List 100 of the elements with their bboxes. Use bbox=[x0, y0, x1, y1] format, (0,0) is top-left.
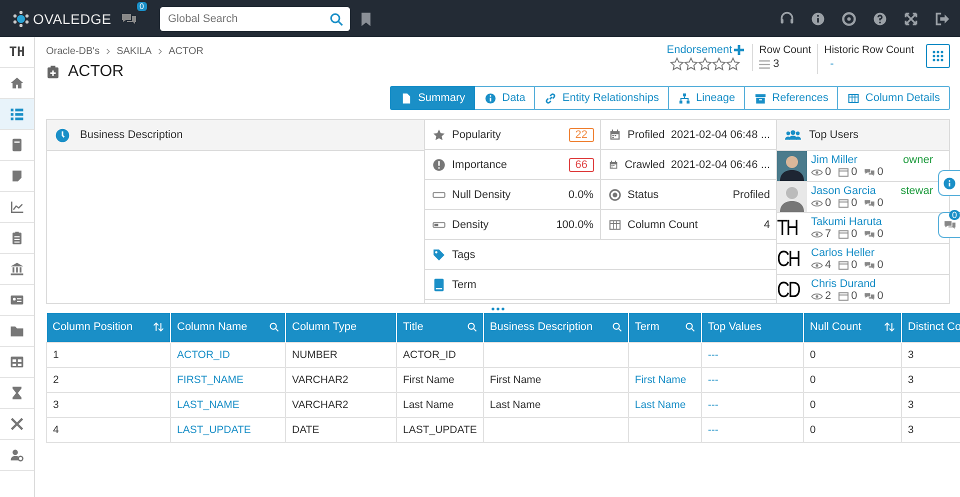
historic-row-count-label: Historic Row Count bbox=[824, 44, 914, 56]
sidebar-item[interactable] bbox=[0, 99, 34, 130]
user-avatar bbox=[777, 151, 807, 181]
column-header[interactable]: Column Type bbox=[286, 313, 396, 342]
column-header[interactable]: Term bbox=[628, 313, 702, 342]
headset-icon[interactable] bbox=[779, 10, 795, 26]
query-icon bbox=[838, 230, 850, 238]
chat-button[interactable]: 0 bbox=[938, 212, 960, 238]
tab[interactable]: Data bbox=[475, 86, 536, 110]
stat-label: Importance bbox=[452, 158, 508, 170]
user-initials: TH bbox=[777, 215, 798, 241]
search-icon[interactable] bbox=[329, 12, 344, 26]
star-icon bbox=[432, 128, 446, 142]
help-icon[interactable] bbox=[872, 10, 888, 26]
table-cell: Last Name bbox=[403, 398, 454, 410]
table-link[interactable]: --- bbox=[708, 398, 718, 410]
tab[interactable]: Summary bbox=[390, 86, 476, 110]
notification-badge: 0 bbox=[136, 2, 147, 10]
user-name[interactable]: Takumi Haruta bbox=[811, 216, 882, 228]
tab[interactable]: References bbox=[745, 86, 838, 110]
exclamation-icon bbox=[432, 158, 446, 172]
user-initials: CD bbox=[777, 277, 801, 303]
breadcrumb-link[interactable]: Oracle-DB's bbox=[46, 46, 100, 57]
user-name[interactable]: Jason Garcia bbox=[811, 185, 876, 197]
detail-label: Crawled bbox=[624, 158, 665, 170]
calendar-icon bbox=[608, 128, 622, 142]
chevron-icon bbox=[106, 48, 111, 55]
detail-value: Profiled bbox=[732, 188, 770, 200]
score-badge: 66 bbox=[569, 158, 594, 172]
breadcrumb-link[interactable]: SAKILA bbox=[116, 46, 152, 57]
detail-value: 2021-02-04 06:48 ... bbox=[670, 128, 770, 140]
bank-icon bbox=[9, 261, 25, 277]
columns-icon bbox=[608, 218, 622, 232]
columns-icon bbox=[847, 92, 860, 104]
tab[interactable]: Lineage bbox=[668, 86, 746, 110]
archive-icon bbox=[754, 92, 768, 104]
tab[interactable]: Column Details bbox=[838, 86, 950, 110]
view-count: 0 bbox=[825, 197, 832, 209]
plus-icon bbox=[734, 45, 744, 55]
clipboard-icon bbox=[46, 64, 60, 80]
row-count-label: Row Count bbox=[759, 44, 812, 56]
table-cell: LAST_UPDATE bbox=[403, 424, 477, 436]
comments-icon bbox=[864, 198, 876, 208]
comments-icon bbox=[864, 230, 876, 238]
expand-icon[interactable] bbox=[903, 10, 919, 26]
stat-label: Null Density bbox=[452, 188, 511, 200]
search-icon[interactable] bbox=[466, 322, 477, 332]
search-icon[interactable] bbox=[684, 322, 695, 332]
home-icon bbox=[9, 75, 25, 91]
column-header[interactable]: Top Values bbox=[701, 313, 804, 342]
historic-row-count-value[interactable]: - bbox=[830, 58, 914, 70]
table-cell: VARCHAR2 bbox=[292, 374, 348, 386]
column-header[interactable]: Column Position bbox=[46, 313, 170, 342]
comment-count: 0 bbox=[877, 197, 884, 209]
breadcrumb-link[interactable]: ACTOR bbox=[168, 46, 204, 57]
tab[interactable]: Entity Relationships bbox=[535, 86, 669, 110]
table-cell: 3 bbox=[908, 348, 914, 360]
eye-icon bbox=[811, 198, 823, 208]
sort-icon[interactable] bbox=[884, 322, 895, 332]
table-icon bbox=[9, 354, 25, 370]
rows-icon bbox=[759, 60, 770, 68]
eye-icon bbox=[811, 230, 823, 238]
table-cell: 0 bbox=[810, 348, 816, 360]
logout-icon[interactable] bbox=[934, 10, 950, 26]
search-field[interactable]: Global Search bbox=[160, 6, 350, 30]
comments-icon bbox=[864, 292, 876, 300]
info-icon[interactable] bbox=[810, 10, 826, 26]
comment-count: 0 bbox=[877, 228, 884, 240]
users-icon bbox=[785, 129, 801, 141]
user-name[interactable]: Chris Durand bbox=[811, 278, 876, 290]
table-cell: 3 bbox=[53, 398, 59, 410]
user-initials[interactable]: TH bbox=[9, 44, 25, 60]
section-title: Business Description bbox=[80, 129, 183, 141]
endorsement-button[interactable]: Endorsement bbox=[666, 44, 744, 56]
comment-count: 0 bbox=[877, 290, 884, 302]
section-title: Top Users bbox=[809, 129, 859, 141]
column-header[interactable]: Null Count bbox=[803, 313, 902, 342]
grid-icon bbox=[932, 50, 944, 62]
query-count: 0 bbox=[851, 166, 858, 178]
search-icon[interactable] bbox=[269, 322, 279, 332]
column-header[interactable]: Business Description bbox=[483, 313, 628, 342]
user-name[interactable]: Carlos Heller bbox=[811, 247, 875, 259]
query-icon bbox=[838, 198, 850, 208]
table-link[interactable]: --- bbox=[708, 348, 718, 360]
chevron-icon bbox=[158, 48, 163, 55]
table-link[interactable]: --- bbox=[708, 424, 718, 436]
search-icon[interactable] bbox=[612, 322, 622, 332]
star-rating[interactable] bbox=[670, 57, 740, 71]
user-name[interactable]: Jim Miller bbox=[811, 154, 858, 166]
table-link[interactable]: --- bbox=[708, 374, 718, 386]
table-cell: 2 bbox=[53, 374, 59, 386]
column-header[interactable]: Title bbox=[396, 313, 484, 342]
clock-icon bbox=[55, 128, 70, 142]
apps-button[interactable] bbox=[926, 44, 950, 68]
column-header[interactable]: Column Name bbox=[170, 313, 286, 342]
comment-count: 0 bbox=[877, 259, 884, 271]
sort-icon[interactable] bbox=[153, 322, 164, 332]
info-button[interactable] bbox=[938, 170, 960, 196]
comments-icon bbox=[864, 260, 876, 270]
term-label: Term bbox=[452, 278, 476, 290]
